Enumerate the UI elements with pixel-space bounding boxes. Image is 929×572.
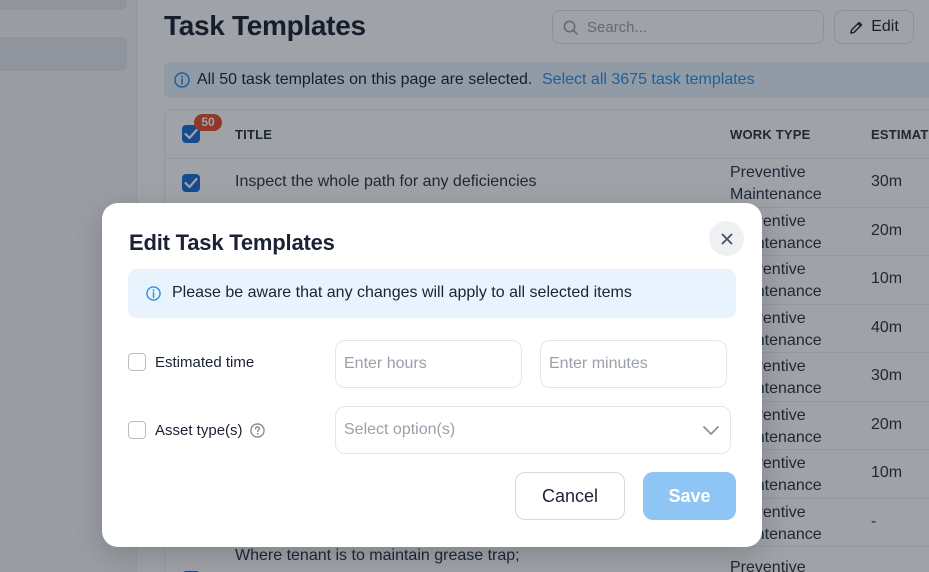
minutes-field[interactable] [540,340,727,388]
close-button[interactable] [709,221,744,256]
estimated-time-checkbox[interactable] [128,353,146,371]
hours-input[interactable] [344,353,504,375]
info-banner: Please be aware that any changes will ap… [128,269,736,318]
minutes-input[interactable] [549,353,709,375]
asset-types-select[interactable]: Select option(s) [335,406,731,454]
asset-types-placeholder: Select option(s) [344,421,456,438]
close-icon [721,233,732,244]
chevron-down-icon [703,426,719,435]
info-icon [146,286,161,301]
hours-field[interactable] [335,340,522,388]
help-circle-icon[interactable] [250,423,265,438]
asset-types-checkbox[interactable] [128,421,146,439]
cancel-button[interactable]: Cancel [515,472,625,520]
asset-types-label: Asset type(s) [155,422,243,439]
save-button[interactable]: Save [643,472,736,520]
info-banner-text: Please be aware that any changes will ap… [172,284,632,301]
modal-title: Edit Task Templates [129,230,335,255]
edit-task-templates-modal: Edit Task Templates Please be aware that… [102,203,762,547]
estimated-time-label: Estimated time [155,354,255,371]
